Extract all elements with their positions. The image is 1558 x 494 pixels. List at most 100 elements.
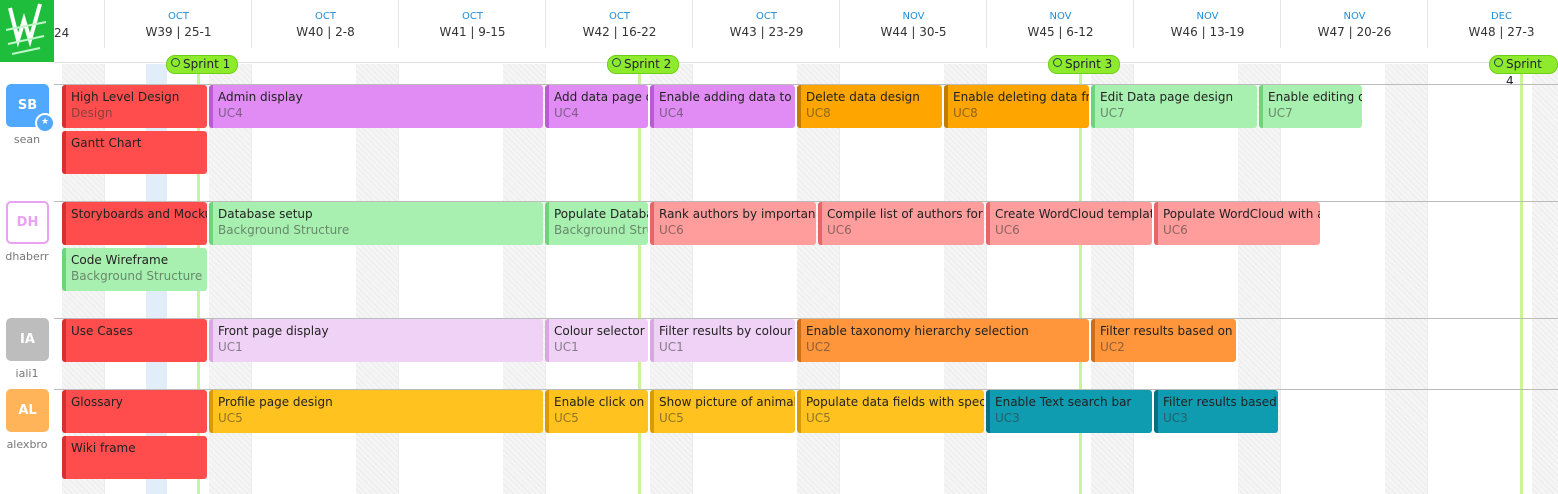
avatar[interactable]: IA	[6, 318, 49, 361]
task-title: Front page display	[218, 324, 329, 338]
task-bar[interactable]: Populate data fields with specie UC5	[797, 390, 984, 433]
month-label: DEC	[1490, 11, 1512, 22]
task-bar[interactable]: Filter results by colour UC1	[650, 319, 795, 362]
week-label: W45 | 6-12	[1027, 25, 1094, 39]
task-bar[interactable]: Filter results based on ta UC2	[1091, 319, 1236, 362]
task-bar[interactable]: Enable deleting data fron UC8	[944, 85, 1089, 128]
task-bar[interactable]: Populate WordCloud with au UC6	[1154, 202, 1320, 245]
week-header[interactable]: DEC W48 | 27-3	[1427, 0, 1558, 48]
task-subtitle	[66, 221, 207, 223]
pin-icon	[1053, 58, 1062, 67]
task-bar[interactable]: Gantt Chart	[62, 131, 207, 174]
pin-icon	[171, 58, 180, 67]
week-header[interactable]: NOV W45 | 6-12	[986, 0, 1134, 48]
task-title: Enable adding data to da	[659, 90, 795, 104]
task-subtitle: UC4	[554, 106, 579, 120]
task-title: Populate WordCloud with au	[1163, 207, 1320, 221]
week-header[interactable]: NOV W44 | 30-5	[839, 0, 987, 48]
task-bar[interactable]: Front page display UC1	[209, 319, 543, 362]
task-subtitle: UC6	[995, 223, 1020, 237]
wrike-logo-icon[interactable]	[0, 0, 54, 62]
sprint-marker[interactable]: Sprint 4	[1489, 55, 1558, 88]
task-title: Wiki frame	[71, 441, 136, 455]
task-subtitle: UC7	[1100, 106, 1125, 120]
task-subtitle: UC3	[995, 411, 1020, 425]
task-subtitle: UC2	[806, 340, 831, 354]
sprint-marker[interactable]: Sprint 1	[166, 55, 239, 74]
sprint-marker[interactable]: Sprint 2	[607, 55, 680, 74]
task-bar[interactable]: Enable editing da UC7	[1259, 85, 1362, 128]
task-title: Use Cases	[71, 324, 133, 338]
task-bar[interactable]: Glossary	[62, 390, 207, 433]
task-title: Delete data design	[806, 90, 920, 104]
week-header[interactable]: NOV W46 | 13-19	[1133, 0, 1281, 48]
task-subtitle: UC5	[218, 411, 243, 425]
task-subtitle: UC8	[953, 106, 978, 120]
task-title: Storyboards and Mockup	[71, 207, 207, 221]
task-title: Colour selector	[554, 324, 645, 338]
user-name: alexbro	[6, 438, 48, 451]
task-title: Profile page design	[218, 395, 333, 409]
task-bar[interactable]: Enable adding data to da UC4	[650, 85, 795, 128]
task-title: Add data page d	[554, 90, 648, 104]
task-bar[interactable]: Edit Data page design UC7	[1091, 85, 1257, 128]
task-bar[interactable]: Enable click on p UC5	[545, 390, 648, 433]
week-label: W47 | 20-26	[1317, 25, 1392, 39]
task-title: Enable editing da	[1268, 90, 1362, 104]
weekend-shading	[1385, 64, 1427, 494]
task-bar[interactable]: Filter results based o UC3	[1154, 390, 1278, 433]
sprint-row: Sprint 1 Sprint 2 Sprint 3 Sprint 4	[54, 52, 1558, 88]
task-bar[interactable]: Show picture of animal c UC5	[650, 390, 795, 433]
month-label: NOV	[902, 11, 925, 22]
task-subtitle: UC1	[218, 340, 243, 354]
user-name: sean	[13, 133, 41, 146]
task-bar[interactable]: Compile list of authors for se UC6	[818, 202, 984, 245]
month-label: OCT	[756, 11, 777, 22]
task-bar[interactable]: Profile page design UC5	[209, 390, 543, 433]
task-bar[interactable]: Rank authors by importance UC6	[650, 202, 816, 245]
task-bar[interactable]: High Level Design Design	[62, 85, 207, 128]
week-header[interactable]: OCT W43 | 23-29	[692, 0, 840, 48]
task-bar[interactable]: Use Cases	[62, 319, 207, 362]
task-bar[interactable]: Enable taxonomy hierarchy selection UC2	[797, 319, 1089, 362]
task-bar[interactable]: Code Wireframe Background Structure	[62, 248, 207, 291]
week-header[interactable]: OCT W42 | 16-22	[545, 0, 693, 48]
sprint-marker[interactable]: Sprint 3	[1048, 55, 1121, 74]
task-bar[interactable]: Enable Text search bar UC3	[986, 390, 1152, 433]
task-bar[interactable]: Delete data design UC8	[797, 85, 942, 128]
task-bar[interactable]: Storyboards and Mockup	[62, 202, 207, 245]
task-bar[interactable]: Create WordCloud template UC6	[986, 202, 1152, 245]
task-title: Enable deleting data fron	[953, 90, 1089, 104]
task-subtitle: UC6	[1163, 223, 1188, 237]
week-header[interactable]: OCT W39 | 25-1	[104, 0, 252, 48]
task-subtitle: UC2	[1100, 340, 1125, 354]
task-bar[interactable]: Wiki frame	[62, 436, 207, 479]
month-label: OCT	[315, 11, 336, 22]
task-bar[interactable]: Populate Databa Background Stru	[545, 202, 648, 245]
task-subtitle: UC1	[554, 340, 579, 354]
sprint-line	[1520, 64, 1523, 494]
task-bar[interactable]: Admin display UC4	[209, 85, 543, 128]
task-bar[interactable]: Database setup Background Structure	[209, 202, 543, 245]
month-label: NOV	[1049, 11, 1072, 22]
week-header[interactable]: NOV W47 | 20-26	[1280, 0, 1428, 48]
task-bar[interactable]: Add data page d UC4	[545, 85, 648, 128]
pin-icon	[1494, 58, 1503, 67]
avatar[interactable]: AL	[6, 389, 49, 432]
task-title: Filter results by colour	[659, 324, 793, 338]
task-title: High Level Design	[71, 90, 180, 104]
task-subtitle	[66, 455, 207, 457]
sprint-label: Sprint 1	[183, 57, 231, 71]
task-title: Populate data fields with specie	[806, 395, 984, 409]
week-header[interactable]: OCT W40 | 2-8	[251, 0, 399, 48]
week-header[interactable]: OCT W41 | 9-15	[398, 0, 546, 48]
month-label: NOV	[1343, 11, 1366, 22]
task-subtitle	[66, 150, 207, 152]
month-label: OCT	[609, 11, 630, 22]
avatar[interactable]: DH	[6, 201, 49, 244]
month-label: OCT	[168, 11, 189, 22]
week-label: W42 | 16-22	[582, 25, 657, 39]
week-label: W43 | 23-29	[729, 25, 804, 39]
task-bar[interactable]: Colour selector UC1	[545, 319, 648, 362]
task-subtitle: Background Structure	[218, 223, 350, 237]
